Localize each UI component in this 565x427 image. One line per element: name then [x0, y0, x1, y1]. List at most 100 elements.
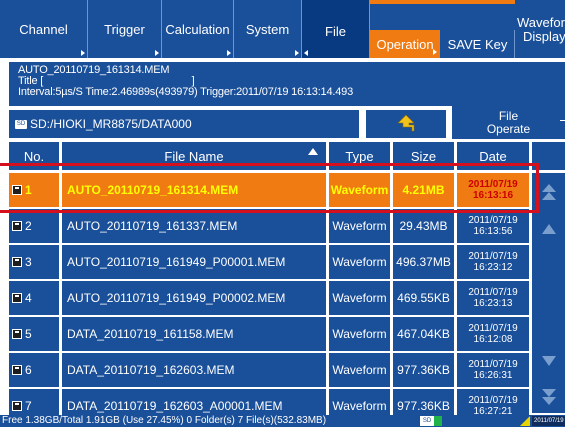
- row-type: Waveform: [332, 363, 387, 377]
- header-file-name[interactable]: File Name: [62, 142, 326, 170]
- row-date-cell[interactable]: 2011/07/19 16:12:08: [457, 317, 529, 351]
- tab-channel-label: Channel: [19, 21, 68, 37]
- row-file-name: DATA_20110719_162603_A00001.MEM: [67, 399, 283, 413]
- scroll-header-spacer: [532, 142, 565, 170]
- row-size-cell[interactable]: 496.37MB: [393, 245, 454, 279]
- row-file-name-cell[interactable]: DATA_20110719_161158.MEM: [62, 317, 326, 351]
- row-size-cell[interactable]: 29.43MB: [393, 209, 454, 243]
- row-number: 1: [25, 183, 32, 197]
- header-no[interactable]: No.: [9, 142, 59, 170]
- header-size[interactable]: Size: [393, 142, 454, 170]
- row-type-cell[interactable]: Waveform: [329, 281, 390, 315]
- tab-channel[interactable]: Channel: [0, 0, 88, 58]
- row-number: 5: [25, 327, 32, 341]
- path-bar: SD SD:/HIOKI_MR8875/DATA000: [9, 110, 359, 138]
- row-type-cell[interactable]: Waveform: [329, 173, 390, 207]
- row-type-cell[interactable]: Waveform: [329, 209, 390, 243]
- scroll-down-button[interactable]: [532, 344, 565, 378]
- row-time: 16:12:08: [473, 334, 513, 345]
- scroll-top-button[interactable]: [532, 176, 565, 210]
- row-number-cell[interactable]: 3: [9, 245, 59, 279]
- row-size-cell[interactable]: 467.04KB: [393, 317, 454, 351]
- row-type: Waveform: [332, 291, 387, 305]
- row-date-cell[interactable]: 2011/07/19 16:23:13: [457, 281, 529, 315]
- up-arrow-icon: [541, 224, 556, 234]
- tab-calculation-label: Calculation: [165, 21, 230, 37]
- row-type-cell[interactable]: Waveform: [329, 245, 390, 279]
- row-number-cell[interactable]: 6: [9, 353, 59, 387]
- row-size: 977.36KB: [397, 399, 450, 413]
- subtab-save-key-label: SAVE Key: [447, 36, 508, 52]
- header-type[interactable]: Type: [329, 142, 390, 170]
- subtab-save-key[interactable]: SAVE Key: [441, 30, 515, 58]
- file-operate-label-2: Operate: [486, 121, 531, 136]
- double-down-arrow-icon: [541, 389, 556, 405]
- tab-system[interactable]: System: [234, 0, 302, 58]
- row-date-cell[interactable]: 2011/07/19 16:26:31: [457, 353, 529, 387]
- row-size-cell[interactable]: 977.36KB: [393, 353, 454, 387]
- header-type-label: Type: [345, 148, 374, 164]
- subtab-operation[interactable]: Operation: [370, 30, 440, 58]
- row-number: 7: [25, 399, 32, 413]
- access-indicator-icon: [434, 416, 442, 426]
- file-icon: [12, 329, 22, 339]
- row-number-cell[interactable]: 2: [9, 209, 59, 243]
- header-date[interactable]: Date: [457, 142, 529, 170]
- status-text: Free 1.38GB/Total 1.91GB (Use 27.45%) 0 …: [2, 415, 327, 426]
- row-number-cell[interactable]: 4: [9, 281, 59, 315]
- row-size-cell[interactable]: 469.55KB: [393, 281, 454, 315]
- row-number-cell[interactable]: 5: [9, 317, 59, 351]
- subtab-waveform-label-2: Display: [523, 29, 565, 44]
- row-date: 2011/07/19: [468, 323, 518, 334]
- row-type: Waveform: [332, 219, 387, 233]
- tab-file-label: File: [325, 24, 346, 39]
- file-icon: [12, 293, 22, 303]
- scroll-up-button[interactable]: [532, 212, 565, 246]
- row-size-cell[interactable]: 4.21MB: [393, 173, 454, 207]
- tab-file[interactable]: File: [302, 0, 370, 58]
- sd-card-icon: SD: [15, 119, 27, 129]
- header-no-label: No.: [23, 148, 45, 164]
- row-type: Waveform: [330, 183, 389, 197]
- row-file-name-cell[interactable]: AUTO_20110719_161314.MEM: [62, 173, 326, 207]
- tab-trigger[interactable]: Trigger: [88, 0, 162, 58]
- file-operate-label-1: File: [498, 108, 519, 123]
- down-arrow-icon: [541, 356, 556, 366]
- row-date: 2011/07/19: [468, 215, 518, 226]
- active-tab-indicator: [370, 0, 515, 4]
- row-time: 16:23:12: [473, 262, 513, 273]
- row-file-name-cell[interactable]: AUTO_20110719_161337.MEM: [62, 209, 326, 243]
- row-date-cell[interactable]: 2011/07/19 16:13:16: [457, 173, 529, 207]
- file-operate-button[interactable]: File Operate: [452, 106, 565, 139]
- row-type-cell[interactable]: Waveform: [329, 353, 390, 387]
- tab-calculation[interactable]: Calculation: [162, 0, 234, 58]
- row-file-name-cell[interactable]: DATA_20110719_162603.MEM: [62, 353, 326, 387]
- row-size: 469.55KB: [397, 291, 450, 305]
- file-icon: [12, 257, 22, 267]
- status-date: 2011/07/19: [532, 416, 565, 426]
- subtab-waveform-display[interactable]: Wavefor Display: [515, 2, 565, 58]
- file-icon: [12, 185, 22, 195]
- row-date: 2011/07/19: [468, 395, 518, 406]
- row-file-name: AUTO_20110719_161949_P00001.MEM: [67, 255, 286, 269]
- status-bar: Free 1.38GB/Total 1.91GB (Use 27.45%) 0 …: [0, 415, 565, 427]
- row-type-cell[interactable]: Waveform: [329, 317, 390, 351]
- row-number-cell[interactable]: 1: [9, 173, 59, 207]
- row-file-name-cell[interactable]: AUTO_20110719_161949_P00002.MEM: [62, 281, 326, 315]
- scroll-bottom-button[interactable]: [532, 380, 565, 414]
- double-up-arrow-icon: [541, 184, 556, 200]
- row-date-cell[interactable]: 2011/07/19 16:23:12: [457, 245, 529, 279]
- row-type: Waveform: [332, 327, 387, 341]
- row-date-cell[interactable]: 2011/07/19 16:13:56: [457, 209, 529, 243]
- row-file-name: AUTO_20110719_161314.MEM: [67, 183, 239, 197]
- tab-trigger-label: Trigger: [104, 21, 145, 37]
- up-folder-button[interactable]: [366, 110, 446, 138]
- subtab-waveform-label-1: Wavefor: [517, 15, 565, 30]
- row-date: 2011/07/19: [468, 179, 518, 190]
- row-file-name: DATA_20110719_162603.MEM: [67, 363, 235, 377]
- row-time: 16:13:16: [472, 190, 514, 201]
- row-file-name: AUTO_20110719_161337.MEM: [67, 219, 238, 233]
- header-size-label: Size: [410, 148, 437, 164]
- row-file-name-cell[interactable]: AUTO_20110719_161949_P00001.MEM: [62, 245, 326, 279]
- row-type: Waveform: [332, 399, 387, 413]
